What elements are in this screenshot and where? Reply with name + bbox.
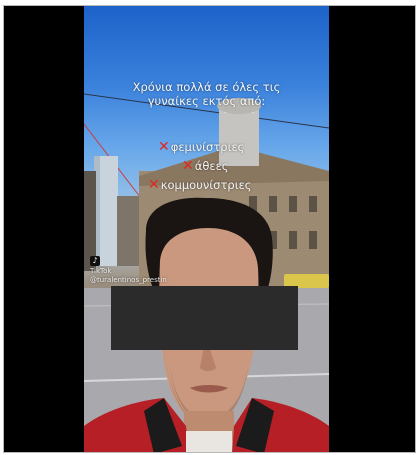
cross-icon: ✕ [158,139,170,155]
excluded-item: ✕φεμινίστριες [158,140,244,154]
watermark-app-name: TikTok [90,267,112,275]
redaction-box [111,286,298,350]
background-scene [84,93,329,452]
excluded-item-label: άθεες [194,159,229,173]
tiktok-watermark: ♪ TikTok @turalentinos_prestin [90,256,167,285]
watermark-handle: @turalentinos_prestin [90,276,167,284]
overlay-caption: Χρόνια πολλά σε όλες τις γυναίκες εκτός … [94,80,319,108]
video-frame: Χρόνια πολλά σε όλες τις γυναίκες εκτός … [3,5,416,453]
excluded-item: ✕άθεες [182,159,229,173]
excluded-item: ✕κομμουνίστριες [148,178,252,192]
excluded-item-label: κομμουνίστριες [160,178,252,192]
cross-icon: ✕ [182,158,194,174]
palace-tower [219,106,259,166]
video-still: Χρόνια πολλά σε όλες τις γυναίκες εκτός … [84,6,329,452]
person-shirt [186,431,232,452]
tiktok-logo-icon: ♪ [90,256,100,266]
excluded-item-label: φεμινίστριες [170,140,245,154]
cross-icon: ✕ [148,177,160,193]
caption-line: γυναίκες εκτός από: [147,94,266,108]
caption-line: Χρόνια πολλά σε όλες τις [132,80,281,94]
